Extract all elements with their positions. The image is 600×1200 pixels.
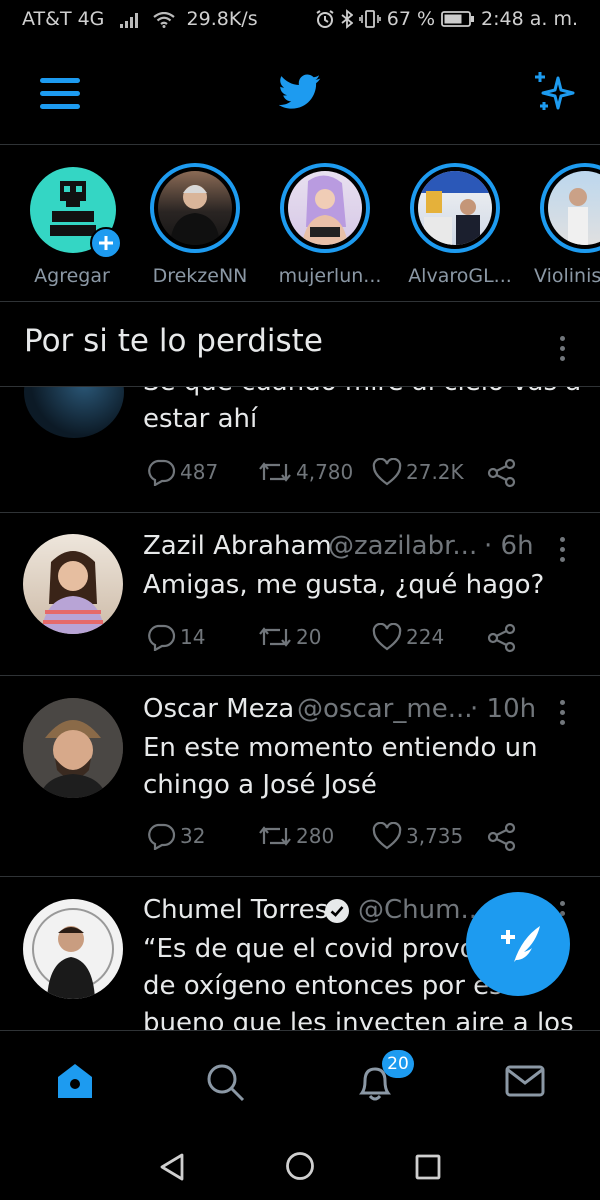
tweet-card[interactable]: Oscar Meza @oscar_me... · 10h En este mo…	[0, 676, 600, 877]
tweet-text-line: “Es de que el covid provoc	[143, 934, 490, 964]
tweet-text-line: Se que cuando mire al cielo vas a	[143, 386, 581, 401]
tweet-text-line: bueno que les inyecten aire a los	[143, 1008, 574, 1030]
verified-badge-icon	[325, 899, 349, 923]
tweet-timestamp: · 10h	[470, 694, 537, 724]
search-icon[interactable]	[204, 1061, 246, 1103]
fleet-name: Agregar	[34, 265, 110, 287]
like-button[interactable]: 3,735	[372, 822, 463, 850]
tweet-text-line: estar ahí	[143, 404, 258, 434]
fleet-add[interactable]: Agregar	[30, 163, 130, 303]
battery-icon	[441, 11, 475, 27]
tweet-timestamp: · 6h	[484, 531, 534, 561]
vibrate-icon	[358, 10, 381, 28]
reply-button[interactable]: 14	[146, 623, 205, 651]
bluetooth-icon	[341, 9, 353, 29]
tweet-avatar	[23, 698, 123, 798]
tweet-text-line: de oxígeno entonces por eso	[143, 971, 519, 1001]
network-speed-text: 29.8K/s	[186, 8, 258, 30]
like-count: 3,735	[406, 824, 464, 848]
compose-feather-icon	[501, 926, 540, 962]
like-count: 224	[406, 625, 445, 649]
tweet-text-line: chingo a José José	[143, 770, 377, 800]
signal-icon	[120, 12, 139, 28]
section-more-icon-overlay[interactable]	[560, 336, 566, 366]
reply-button[interactable]: 487	[146, 458, 218, 486]
fleet-name: mujerlun...	[278, 265, 382, 287]
twitter-bird-icon	[279, 74, 321, 109]
retweet-button[interactable]: 280	[258, 822, 334, 850]
fleet-avatar	[288, 171, 362, 245]
fleet-name: Violinis	[534, 265, 600, 287]
tweet-more-icon[interactable]	[560, 700, 566, 730]
add-fleet-plus-icon[interactable]	[90, 227, 122, 259]
tweet-author-handle: @oscar_me...	[297, 694, 473, 724]
fleet-name: AlvaroGL...	[408, 265, 512, 287]
like-button[interactable]: 27.2K	[372, 458, 464, 486]
fleet-avatar	[158, 171, 232, 245]
retweet-button[interactable]: 20	[258, 623, 321, 651]
tweet-avatar	[23, 899, 123, 999]
reply-count: 32	[180, 824, 206, 848]
tweet-author-handle: @zazilabr...	[328, 531, 478, 561]
fleet-mujerlun[interactable]: mujerlun...	[279, 163, 381, 303]
tweet-card[interactable]: Zazil Abraham @zazilabr... · 6h Amigas, …	[0, 513, 600, 676]
retweet-button[interactable]: 4,780	[258, 458, 353, 486]
tweet-text-line: En este momento entiendo un	[143, 733, 538, 763]
compose-tweet-button[interactable]	[466, 892, 570, 996]
recents-square-icon[interactable]	[414, 1153, 442, 1181]
reply-button[interactable]: 32	[146, 822, 205, 850]
reply-icon	[148, 624, 176, 651]
back-icon[interactable]	[158, 1152, 186, 1182]
carrier-text: AT&T 4G	[22, 8, 105, 30]
tweet-more-icon[interactable]	[560, 537, 566, 567]
battery-percent-text: 67 %	[386, 8, 436, 30]
notifications-badge: 20	[382, 1050, 414, 1078]
bottom-navigation	[0, 1030, 600, 1131]
fleet-alvarogl[interactable]: AlvaroGL...	[408, 163, 512, 303]
home-circle-icon[interactable]	[285, 1151, 315, 1181]
tweet-avatar	[24, 386, 124, 438]
reply-count: 14	[180, 625, 206, 649]
retweet-icon	[259, 826, 291, 846]
wifi-icon	[152, 11, 175, 28]
share-icon[interactable]	[486, 623, 518, 653]
retweet-icon	[259, 627, 291, 647]
fleet-name: DrekzeNN	[152, 265, 248, 287]
share-icon[interactable]	[486, 822, 518, 852]
alarm-icon	[316, 10, 334, 28]
sparkle-icon[interactable]	[530, 68, 578, 114]
tweet-author-name[interactable]: Zazil Abraham	[143, 531, 332, 561]
heart-icon	[372, 458, 402, 486]
share-icon[interactable]	[486, 458, 518, 488]
fleet-avatar	[418, 171, 492, 245]
tweet-text-line: Amigas, me gusta, ¿qué hago?	[143, 570, 545, 600]
system-navigation-bar	[0, 1130, 600, 1200]
reply-count: 487	[180, 460, 219, 484]
retweet-count: 280	[296, 824, 335, 848]
tweet-avatar	[23, 534, 123, 634]
heart-icon	[372, 623, 402, 651]
like-count: 27.2K	[406, 460, 464, 484]
status-bar: AT&T 4G 29.8K/s 67 % 2:48 a. m.	[0, 0, 600, 42]
reply-icon	[148, 823, 176, 850]
fleet-violinis[interactable]: Violinis	[534, 163, 600, 303]
home-icon[interactable]	[54, 1061, 96, 1101]
tweet-card[interactable]: Se que cuando mire al cielo vas a estar …	[0, 386, 600, 513]
tweet-author-name[interactable]: Oscar Meza	[143, 694, 294, 724]
retweet-icon	[259, 462, 291, 482]
fleets-row: Agregar DrekzeNN mujerlun... AlvaroGL...…	[0, 145, 600, 302]
heart-icon	[372, 822, 402, 850]
messages-icon[interactable]	[504, 1063, 546, 1099]
fleet-drekzenn[interactable]: DrekzeNN	[150, 163, 250, 303]
tweet-author-name[interactable]: Chumel Torres	[143, 895, 328, 925]
retweet-count: 20	[296, 625, 322, 649]
retweet-count: 4,780	[296, 460, 354, 484]
clock-text: 2:48 a. m.	[481, 8, 578, 30]
section-title-overlay: Por si te lo perdiste	[24, 323, 323, 359]
hamburger-menu-icon[interactable]	[40, 76, 82, 110]
reply-icon	[148, 459, 176, 486]
like-button[interactable]: 224	[372, 623, 444, 651]
